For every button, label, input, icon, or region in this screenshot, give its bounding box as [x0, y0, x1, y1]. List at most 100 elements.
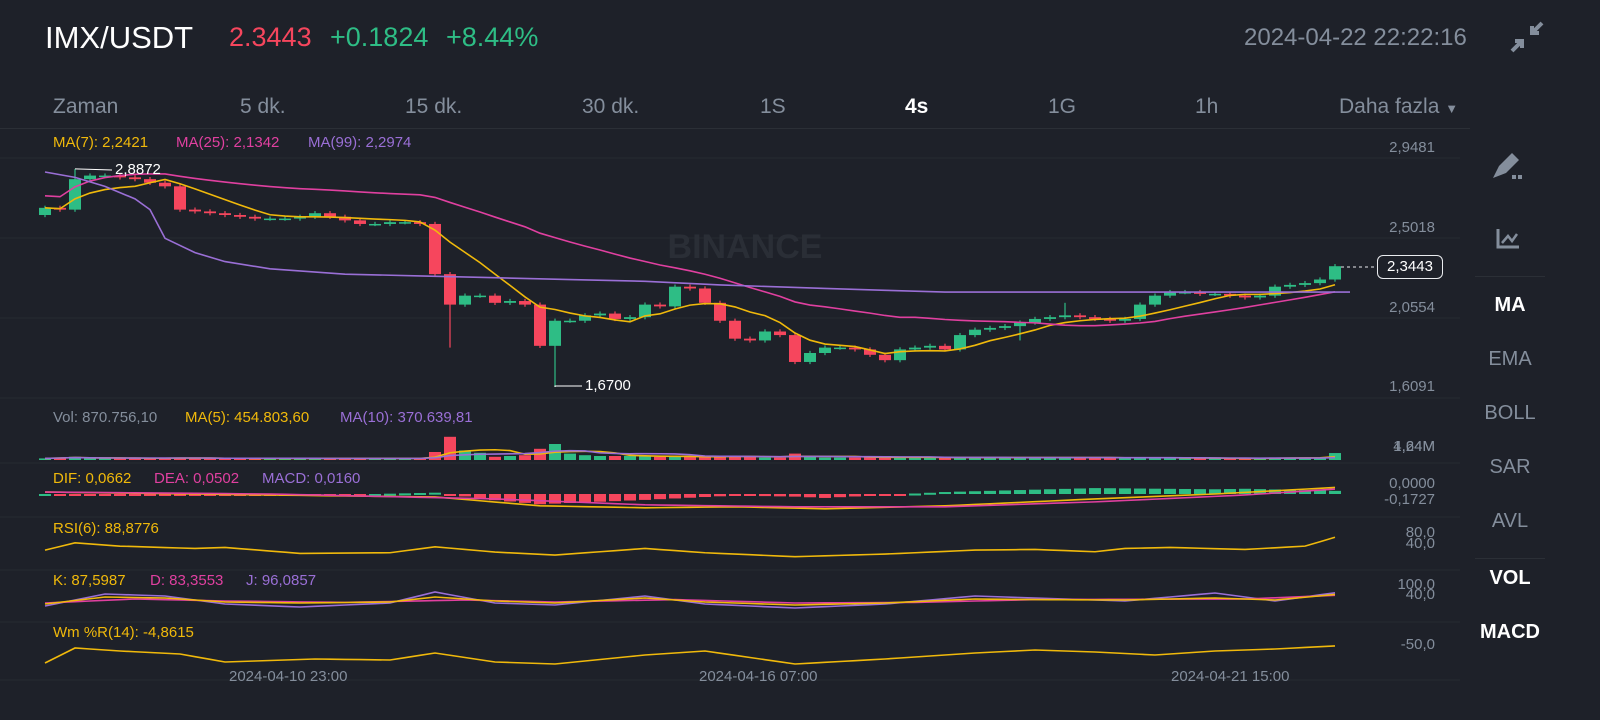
candle-body	[549, 320, 561, 346]
macd-histogram-bar	[474, 494, 486, 499]
macd-histogram-bar	[384, 493, 396, 496]
legend-vol: Vol: 870.756,10	[53, 409, 158, 426]
macd-histogram-bar	[84, 494, 96, 496]
volume-bar	[759, 457, 771, 460]
macd-histogram-bar	[834, 494, 846, 498]
indicator-chart-icon[interactable]	[1495, 227, 1521, 256]
candle-body	[1239, 295, 1251, 298]
sidebar-item-avl[interactable]: AVL	[1475, 510, 1545, 533]
candle-body	[624, 317, 636, 319]
legend-wr: Wm %R(14): -4,8615	[53, 624, 194, 641]
price-tick: 2,9481	[1389, 139, 1435, 156]
macd-histogram-bar	[1089, 488, 1101, 494]
candle-body	[804, 353, 816, 362]
time-tick: 2024-04-21 15:00	[1171, 668, 1290, 685]
candle-body	[1314, 279, 1326, 284]
macd-histogram-bar	[1149, 488, 1161, 494]
macd-histogram-bar	[744, 494, 756, 496]
candle-body	[174, 186, 186, 210]
candle-body	[774, 331, 786, 336]
macd-histogram-bar	[69, 494, 81, 496]
candle-body	[834, 347, 846, 350]
candle-body	[1059, 315, 1071, 318]
legend-vol-ma5: MA(5): 454.803,60	[185, 409, 310, 426]
candle-body	[264, 218, 276, 221]
vol-tick: 1,64M	[1393, 438, 1435, 455]
macd-histogram-bar	[1059, 488, 1071, 494]
macd-histogram-bar	[939, 492, 951, 495]
price-tick: 1,6091	[1389, 378, 1435, 395]
candle-body	[1209, 293, 1221, 296]
candle-body	[1254, 295, 1266, 298]
candle-body	[399, 222, 411, 224]
legend-ma7: MA(7): 2,2421	[53, 134, 149, 151]
sidebar-item-macd[interactable]: MACD	[1475, 621, 1545, 644]
volume-bar	[579, 455, 591, 460]
candle-body	[609, 313, 621, 319]
rsi-tick: 40,0	[1405, 535, 1435, 552]
macd-histogram-bar	[909, 493, 921, 496]
sidebar-item-ma[interactable]: MA	[1475, 294, 1545, 317]
macd-histogram-bar	[984, 490, 996, 494]
macd-histogram-bar	[414, 493, 426, 496]
ma7-line	[44, 178, 1336, 355]
candle-body	[999, 326, 1011, 328]
candle-body	[924, 345, 936, 348]
volume-bar	[609, 456, 621, 460]
macd-histogram-bar	[864, 494, 876, 496]
candle-body	[204, 211, 216, 214]
candle-body	[879, 354, 891, 361]
candle-body	[699, 288, 711, 303]
current-price-label: 2,3443	[1377, 255, 1443, 279]
volume-bar	[489, 456, 501, 460]
candle-body	[69, 179, 81, 210]
macd-histogram-bar	[804, 494, 816, 498]
macd-histogram-bar	[954, 491, 966, 494]
volume-bar	[819, 457, 831, 460]
candle-body	[789, 335, 801, 362]
volume-bar	[654, 456, 666, 460]
volume-bar	[774, 457, 786, 460]
macd-histogram-bar	[1329, 490, 1341, 494]
sidebar-item-sar[interactable]: SAR	[1475, 456, 1545, 479]
legend-dif: DIF: 0,0662	[53, 470, 132, 487]
chart-canvas[interactable]: BINANCE	[0, 0, 1600, 720]
legend-rsi: RSI(6): 88,8776	[53, 520, 159, 537]
candle-body	[909, 347, 921, 350]
candle-body	[489, 295, 501, 303]
volume-bar	[519, 455, 531, 460]
candle-body	[249, 216, 261, 219]
volume-bar	[1119, 458, 1131, 460]
macd-histogram-bar	[894, 494, 906, 496]
macd-histogram-bar	[669, 494, 681, 499]
price-tick: 2,0554	[1389, 299, 1435, 316]
candle-body	[1074, 315, 1086, 318]
macd-histogram-bar	[759, 494, 771, 497]
legend-ma25: MA(25): 2,1342	[176, 134, 280, 151]
macd-histogram-bar	[999, 490, 1011, 494]
candle-body	[939, 345, 951, 350]
candle-body	[594, 313, 606, 316]
candle-body	[654, 304, 666, 307]
draw-pencil-icon[interactable]	[1490, 150, 1526, 187]
macd-histogram-bar	[1134, 488, 1146, 494]
candle-body	[1284, 284, 1296, 287]
sidebar-item-vol[interactable]: VOL	[1475, 567, 1545, 590]
candle-body	[429, 223, 441, 275]
legend-vol-ma10: MA(10): 370.639,81	[340, 409, 473, 426]
wr-line	[44, 645, 1336, 665]
candle-body	[1044, 317, 1056, 319]
time-tick: 2024-04-16 07:00	[699, 668, 818, 685]
macd-histogram-bar	[1164, 488, 1176, 494]
legend-macd: MACD: 0,0160	[262, 470, 361, 487]
sidebar-item-ema[interactable]: EMA	[1475, 348, 1545, 371]
macd-histogram-bar	[1074, 488, 1086, 494]
macd-histogram-bar	[54, 494, 66, 496]
candle-body	[729, 320, 741, 339]
candle-body	[1149, 295, 1161, 305]
macd-histogram-bar	[969, 491, 981, 494]
macd-histogram-bar	[609, 494, 621, 502]
legend-ma99: MA(99): 2,2974	[308, 134, 412, 151]
sidebar-item-boll[interactable]: BOLL	[1475, 402, 1545, 425]
macd-histogram-bar	[1179, 488, 1191, 494]
